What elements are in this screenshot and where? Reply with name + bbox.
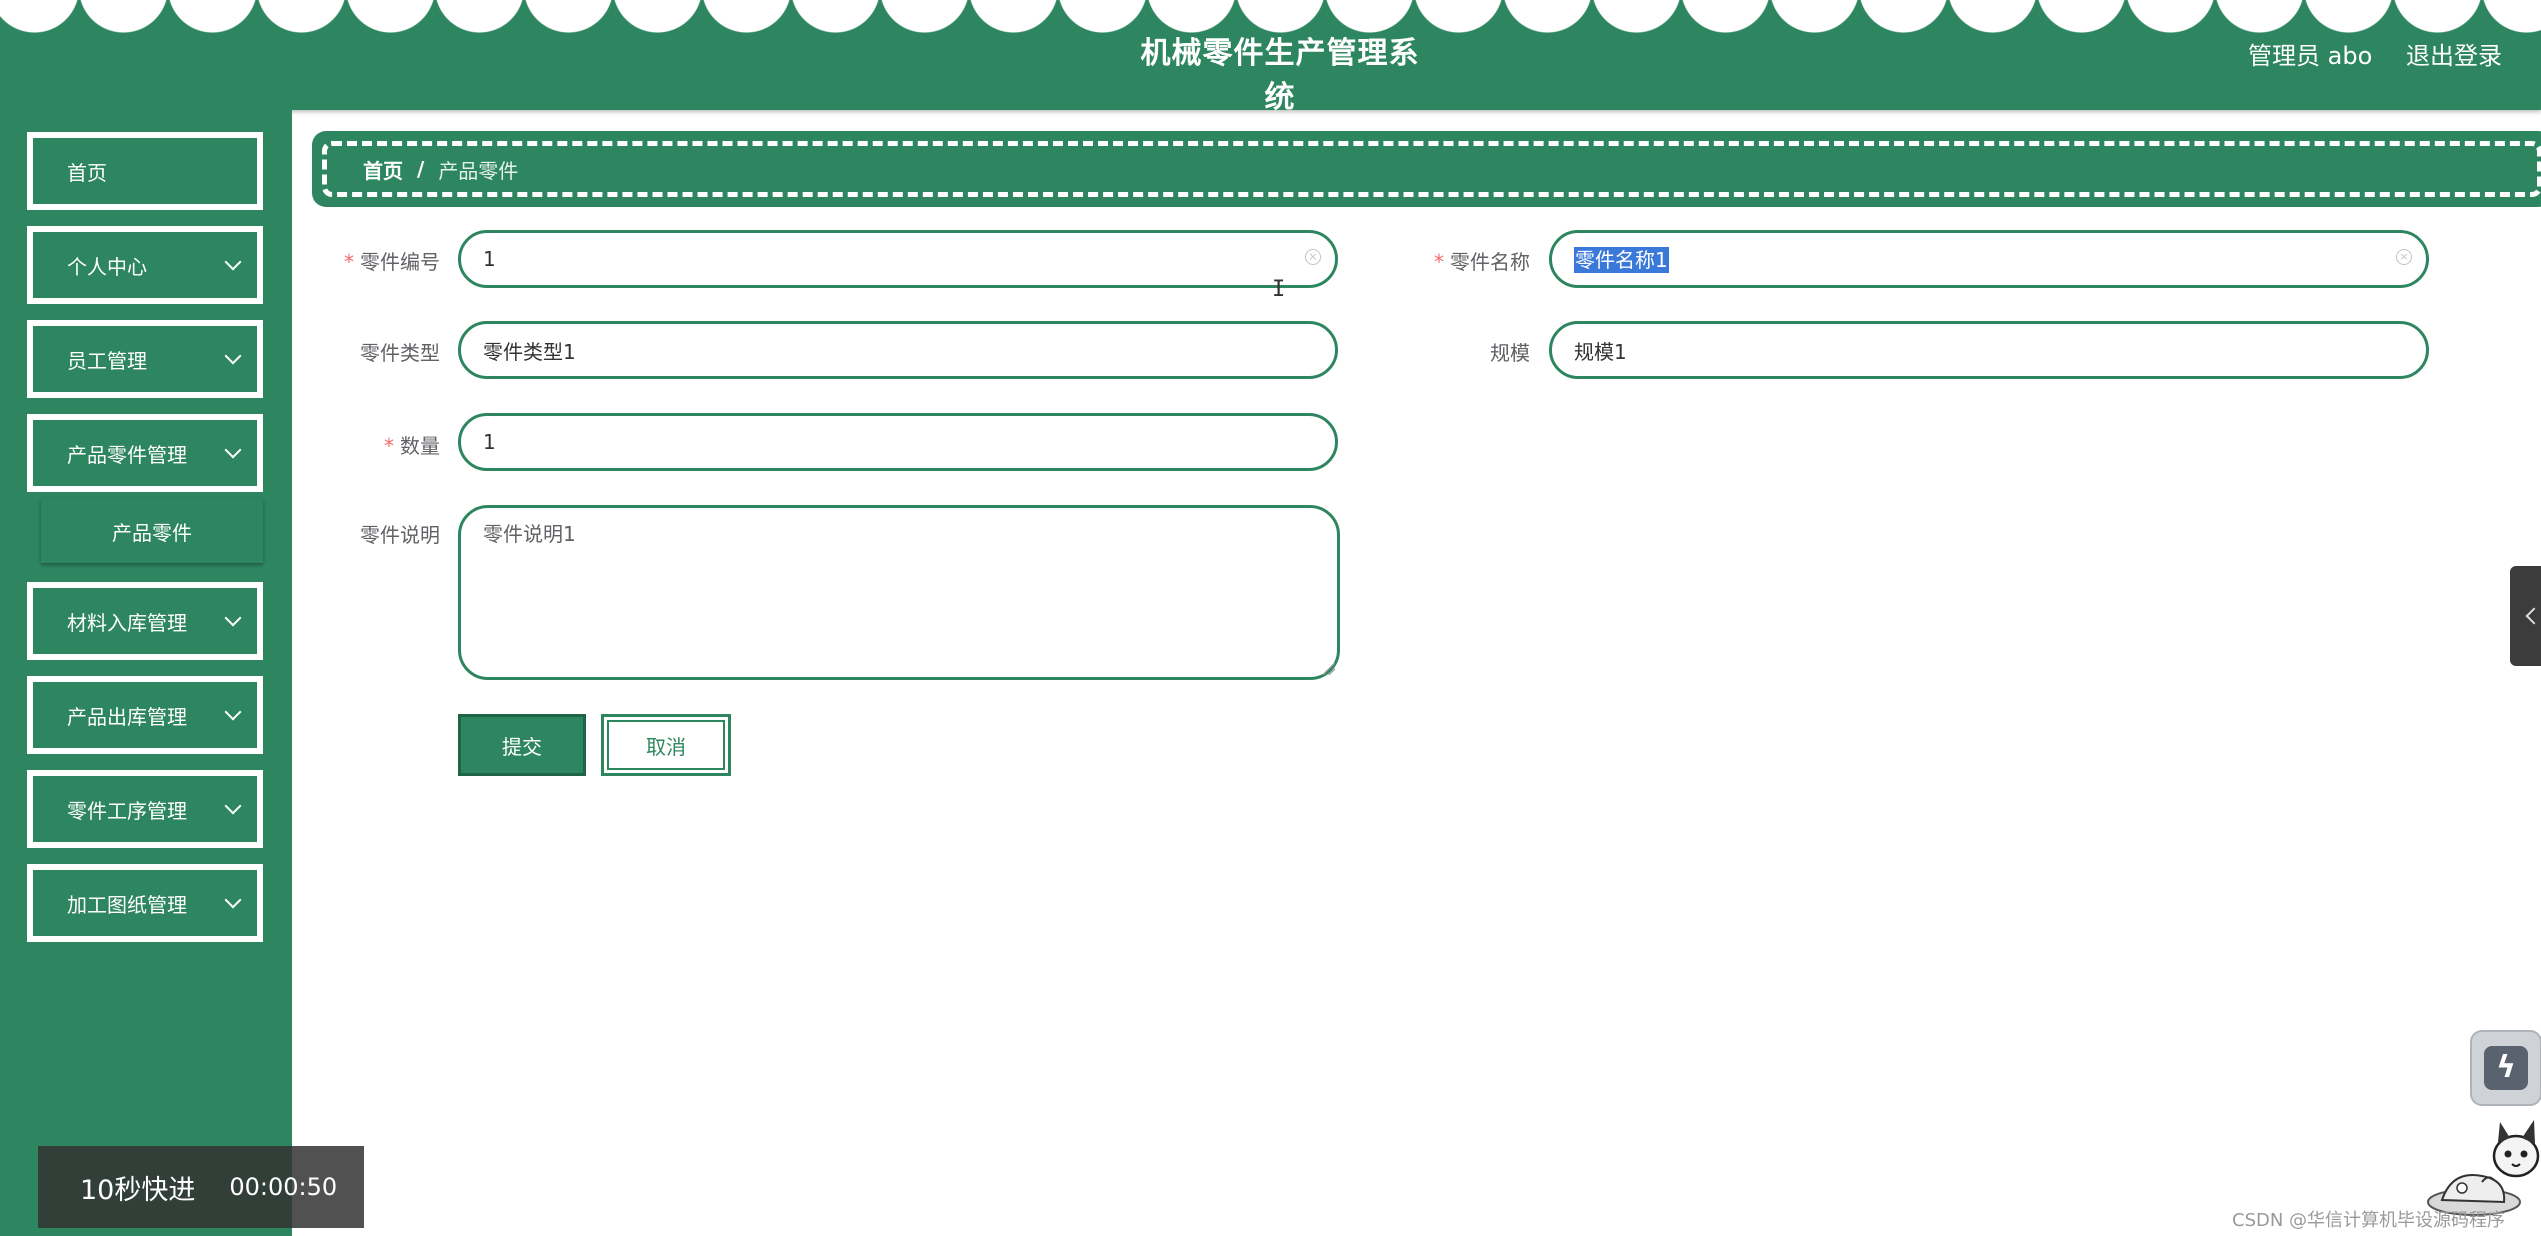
sidebar-item-material-inbound[interactable]: 材料入库管理 (27, 582, 263, 660)
lightning-icon: ϟ (2484, 1046, 2528, 1090)
sidebar-item-personal-center[interactable]: 个人中心 (27, 226, 263, 304)
quantity-field[interactable] (458, 413, 1338, 471)
sidebar: 首页 个人中心 员工管理 产品零件管理 产品零件 材料入库管理 产品出库管理 零… (0, 110, 292, 1236)
sidebar-item-label: 零件工序管理 (67, 798, 187, 823)
part-name-label: * 零件名称 (1434, 250, 1530, 274)
sidebar-item-home[interactable]: 首页 (27, 132, 263, 210)
mascot-image (2427, 1120, 2540, 1216)
submit-button[interactable]: 提交 (458, 714, 586, 776)
part-type-field[interactable] (458, 321, 1338, 379)
quantity-input[interactable] (483, 416, 1263, 468)
chevron-left-icon (2525, 607, 2541, 625)
scale-field[interactable] (1549, 321, 2429, 379)
resize-grip-icon[interactable] (1323, 663, 1335, 675)
chevron-down-icon (224, 609, 242, 627)
chevron-down-icon (224, 347, 242, 365)
part-type-input[interactable] (483, 324, 1263, 376)
app-title: 机械零件生产管理系统 (1140, 36, 1420, 110)
logout-button[interactable]: 退出登录 (2406, 36, 2502, 71)
sidebar-item-label: 材料入库管理 (67, 610, 187, 635)
clear-icon[interactable]: × (2396, 249, 2412, 265)
breadcrumb-home[interactable]: 首页 (363, 155, 403, 184)
text-cursor-icon: I (1272, 277, 1286, 302)
breadcrumb-inner: 首页 / 产品零件 (322, 141, 2541, 197)
chevron-down-icon (224, 253, 242, 271)
fast-forward-button[interactable]: 10秒快进 (80, 1168, 195, 1207)
floating-app-icon[interactable]: ϟ (2470, 1030, 2541, 1106)
scale-input[interactable] (1574, 324, 2354, 376)
quantity-label: * 数量 (384, 434, 440, 458)
chevron-down-icon (224, 441, 242, 459)
part-no-input[interactable] (483, 233, 1263, 285)
part-no-field[interactable]: × (458, 230, 1338, 288)
clear-icon[interactable]: × (1305, 249, 1321, 265)
video-control-bar: 10秒快进 00:00:50 (38, 1146, 364, 1228)
sidebar-item-label: 首页 (67, 160, 107, 185)
current-user: 管理员 abo (2248, 42, 2373, 70)
sidebar-item-label: 个人中心 (67, 254, 147, 279)
playback-time: 00:00:50 (229, 1173, 338, 1201)
scale-label: 规模 (1490, 341, 1530, 365)
sidebar-item-label: 员工管理 (67, 348, 147, 373)
sidebar-item-label: 产品出库管理 (67, 704, 187, 729)
sidebar-item-product-parts-mgmt[interactable]: 产品零件管理 (27, 414, 263, 492)
top-header: 机械零件生产管理系统 管理员 abo 退出登录 (0, 0, 2541, 110)
part-type-label: 零件类型 (360, 341, 440, 365)
description-textarea[interactable]: 零件说明1 (483, 518, 1303, 658)
required-mark: * (1434, 250, 1444, 274)
breadcrumb: 首页 / 产品零件 (312, 131, 2541, 207)
part-no-label: * 零件编号 (344, 250, 440, 274)
part-name-field[interactable]: 零件名称1 × (1549, 230, 2429, 288)
sidebar-subitem-product-parts[interactable]: 产品零件 (41, 499, 263, 563)
chevron-down-icon (224, 891, 242, 909)
breadcrumb-current: 产品零件 (438, 158, 519, 183)
csdn-watermark: CSDN @华信计算机毕设源码程序 (2232, 1210, 2506, 1231)
cancel-button[interactable]: 取消 (601, 714, 731, 776)
sidebar-item-drawing-mgmt[interactable]: 加工图纸管理 (27, 864, 263, 942)
chevron-down-icon (224, 797, 242, 815)
breadcrumb-separator: / (417, 157, 425, 181)
sidebar-item-employee-mgmt[interactable]: 员工管理 (27, 320, 263, 398)
sidebar-item-product-outbound[interactable]: 产品出库管理 (27, 676, 263, 754)
side-panel-toggle[interactable] (2510, 566, 2541, 666)
required-mark: * (344, 250, 354, 274)
sidebar-item-part-process[interactable]: 零件工序管理 (27, 770, 263, 848)
sidebar-item-label: 加工图纸管理 (67, 892, 187, 917)
sidebar-item-label: 产品零件管理 (67, 442, 187, 467)
part-name-input-selected-value[interactable]: 零件名称1 (1574, 247, 1669, 273)
description-field[interactable]: 零件说明1 (458, 505, 1340, 680)
required-mark: * (384, 434, 394, 458)
description-label: 零件说明 (360, 523, 440, 547)
chevron-down-icon (224, 703, 242, 721)
